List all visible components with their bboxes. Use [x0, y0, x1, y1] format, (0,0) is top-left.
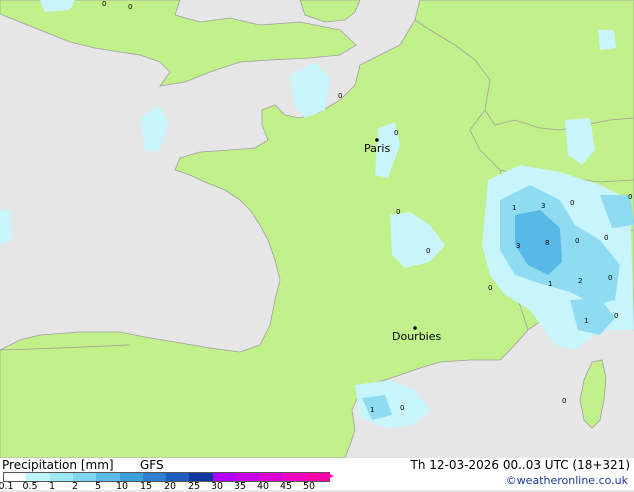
precipitation-map: 0 0 0 1 3 0 0 3 8 0 0 0 1 2 0 1 0 1 0 0 … [0, 0, 634, 458]
precip-label: 1 [370, 406, 374, 414]
model-name: GFS [140, 458, 164, 472]
scale-tick: 40 [256, 481, 270, 492]
precip-label: 0 [575, 237, 579, 245]
precip-label: 0 [628, 193, 632, 201]
precip-label: 0 [338, 92, 342, 100]
precip-label: 3 [541, 202, 545, 210]
precip-label: 0 [396, 208, 400, 216]
precip-label: 0 [604, 234, 608, 242]
precip-label: 0 [400, 404, 404, 412]
scale-tick: 5 [94, 481, 102, 492]
scale-tick: 45 [279, 481, 293, 492]
map-canvas: 0 0 0 1 3 0 0 3 8 0 0 0 1 2 0 1 0 1 0 0 … [0, 0, 634, 458]
precip-label: 0 [488, 284, 492, 292]
precip-label: 0 [394, 129, 398, 137]
precip-label: 3 [516, 242, 520, 250]
precip-label: 1 [548, 280, 552, 288]
precip-label: 0 [614, 312, 618, 320]
scale-tick: 2 [71, 481, 79, 492]
scale-tick: 35 [233, 481, 247, 492]
precip-label: 1 [512, 204, 516, 212]
scale-tick: 25 [187, 481, 201, 492]
city-label-dourbies: Dourbies [392, 330, 442, 343]
precip-label: 2 [578, 277, 582, 285]
scale-tick: 30 [210, 481, 224, 492]
city-label-paris: Paris [364, 142, 390, 155]
scale-tick: 10 [115, 481, 129, 492]
scale-tick: 15 [139, 481, 153, 492]
scale-tick: 1 [48, 481, 56, 492]
precip-label: 0 [128, 3, 132, 11]
legend-title: Precipitation [mm] [2, 458, 114, 472]
precip-label: 0 [102, 0, 106, 8]
copyright-link[interactable]: ©weatheronline.co.uk [506, 474, 628, 487]
scale-tick: 50 [302, 481, 316, 492]
precip-label: 0 [570, 199, 574, 207]
precip-label: 8 [545, 239, 549, 247]
scale-tick: 20 [163, 481, 177, 492]
precip-label: 0 [426, 247, 430, 255]
forecast-timestamp: Th 12-03-2026 00..03 UTC (18+321) [410, 458, 630, 472]
scale-tick: 0.1 [0, 481, 14, 492]
precip-label: 0 [608, 274, 612, 282]
precip-label: 0 [562, 397, 566, 405]
scale-tick: 0.5 [22, 481, 38, 492]
precip-label: 1 [584, 317, 588, 325]
